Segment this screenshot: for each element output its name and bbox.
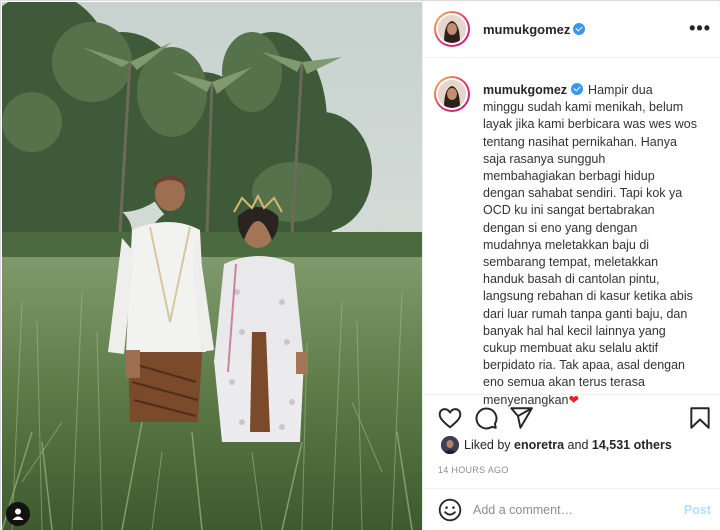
emoji-button[interactable]	[437, 497, 463, 523]
paper-plane-icon	[510, 407, 533, 429]
save-button[interactable]	[687, 405, 713, 431]
comment-bubble-icon	[475, 407, 498, 430]
wedding-photo-illustration	[2, 2, 422, 530]
liker-avatar[interactable]	[441, 436, 459, 454]
bookmark-icon	[690, 407, 710, 429]
caption-avatar[interactable]	[434, 76, 470, 112]
caption-line: mumukgomez Hampir dua	[483, 82, 705, 99]
caption-line: sembarang tempat, meletakkan	[483, 255, 659, 270]
liker-photo	[441, 436, 459, 454]
user-tag-button[interactable]	[6, 502, 30, 526]
user-tag-icon	[12, 508, 24, 520]
header-username[interactable]: mumukgomez	[483, 22, 586, 37]
smiley-icon	[438, 498, 462, 522]
like-button[interactable]	[437, 405, 463, 431]
heart-outline-icon	[438, 408, 462, 429]
post-timestamp[interactable]: 14 HOURS AGO	[438, 465, 509, 475]
caption-line: dari luar rumah tanpa ganti baju, dan	[483, 306, 688, 321]
caption-line: layak jika kami berbicara was wes wos	[483, 117, 697, 132]
profile-photo	[438, 80, 466, 108]
verified-badge-icon	[571, 83, 584, 95]
likes-summary: Liked by enoretra and 14,531 others	[441, 436, 672, 454]
caption-line: berpidato ria. Tak apaa, asal dengan	[483, 358, 686, 373]
caption-line: minggu sudah kami menikah, belum	[483, 100, 684, 115]
likes-middle: and	[564, 438, 592, 452]
post-header: mumukgomez •••	[423, 2, 720, 58]
avatar[interactable]	[434, 11, 470, 47]
caption-line: eno semua akan terus terasa	[483, 375, 645, 390]
caption-username[interactable]: mumukgomez	[483, 83, 567, 97]
profile-photo	[438, 15, 466, 43]
share-button[interactable]	[508, 405, 534, 431]
caption-line: langsung rebahan di kasur ketika abis	[483, 289, 693, 304]
caption-line: mudahnya meletakkan baju di	[483, 237, 650, 252]
caption-line: membahagiakan berbagi hidup	[483, 169, 655, 184]
caption-line: dengan sahabat sendiri. Tapi kok ya	[483, 186, 683, 201]
verified-badge-icon	[573, 23, 586, 35]
caption-line: dengan si eno yang dengan	[483, 220, 638, 235]
caption-line: saja rasanya sungguh	[483, 151, 606, 166]
comment-button[interactable]	[473, 405, 499, 431]
caption-line: tentang nasihat pernikahan. Hanya	[483, 134, 677, 149]
post-comment-button[interactable]: Post	[684, 503, 711, 517]
likes-count[interactable]: 14,531 others	[592, 438, 672, 452]
comment-input[interactable]	[473, 497, 673, 523]
action-bar	[423, 394, 720, 438]
likes-prefix: Liked by	[464, 438, 515, 452]
comment-bar: Post	[423, 488, 720, 530]
username-text[interactable]: mumukgomez	[483, 22, 570, 37]
post-caption: mumukgomez Hampir dua minggu sudah kami m…	[483, 82, 705, 409]
liker-username[interactable]: enoretra	[514, 438, 564, 452]
post-photo[interactable]	[2, 2, 422, 530]
caption-line: handuk basah di cantolan pintu,	[483, 272, 660, 287]
caption-line: cukup membuat aku selalu aktif	[483, 341, 659, 356]
more-options-button[interactable]: •••	[689, 18, 711, 39]
instagram-post-window: mumukgomez ••• mumukgomez Hampir dua ming…	[0, 0, 720, 530]
caption-line: banyak hal hal kecil lainnya yang	[483, 323, 666, 338]
caption-text: Hampir dua	[588, 83, 653, 97]
post-detail-panel: mumukgomez ••• mumukgomez Hampir dua ming…	[422, 2, 720, 530]
caption-line: OCD ku ini sangat bertabrakan	[483, 203, 655, 218]
